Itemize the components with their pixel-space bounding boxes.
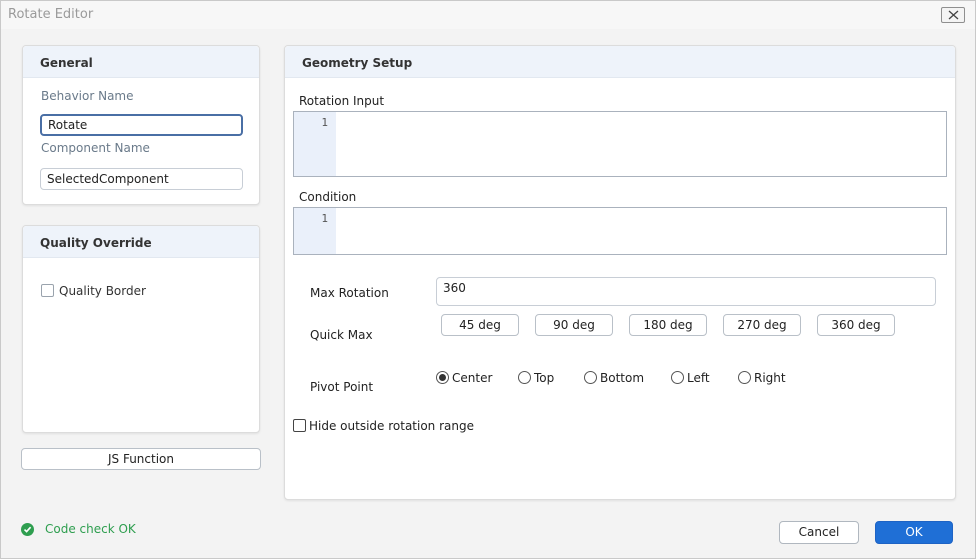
hide-outside-checkbox[interactable]: [293, 419, 306, 432]
geometry-setup-panel: Geometry Setup Rotation Input 1 Conditio…: [284, 45, 956, 500]
quick-max-45-button[interactable]: 45 deg: [441, 314, 519, 336]
pivot-center-label: Center: [452, 371, 493, 385]
line-number: 1: [321, 116, 328, 129]
rotation-input-label: Rotation Input: [299, 94, 385, 108]
pivot-point-label: Pivot Point: [310, 380, 374, 394]
window-title: Rotate Editor: [8, 7, 94, 22]
pivot-right-label: Right: [754, 371, 786, 385]
general-panel: General Behavior Name Component Name: [22, 45, 260, 205]
js-function-button[interactable]: JS Function: [21, 448, 261, 470]
general-panel-title: General: [40, 56, 93, 70]
rotation-input-gutter: 1: [294, 112, 336, 176]
max-rotation-input[interactable]: [436, 277, 936, 306]
component-name-label: Component Name: [41, 141, 150, 155]
pivot-top-label: Top: [534, 371, 555, 385]
quality-border-checkbox[interactable]: [41, 284, 54, 297]
pivot-bottom-label: Bottom: [600, 371, 645, 385]
quick-max-270-button[interactable]: 270 deg: [723, 314, 801, 336]
pivot-left-label: Left: [687, 371, 710, 385]
component-name-input[interactable]: [40, 168, 243, 190]
pivot-right-radio[interactable]: [738, 371, 751, 384]
max-rotation-label: Max Rotation: [310, 286, 389, 300]
quick-max-360-button[interactable]: 360 deg: [817, 314, 895, 336]
general-panel-header: General: [23, 46, 259, 78]
rotate-editor-window: Rotate Editor General Behavior Name Comp…: [0, 0, 976, 559]
title-bar: Rotate Editor: [1, 1, 975, 29]
close-icon: [948, 10, 959, 20]
close-button[interactable]: [941, 7, 965, 23]
behavior-name-input[interactable]: [40, 114, 243, 136]
quality-override-panel: Quality Override Quality Border: [22, 225, 260, 433]
pivot-bottom-radio[interactable]: [584, 371, 597, 384]
quality-override-header: Quality Override: [23, 226, 259, 258]
pivot-center-radio[interactable]: [436, 371, 449, 384]
quick-max-label: Quick Max: [310, 328, 373, 342]
code-check-status: Code check OK: [45, 522, 136, 536]
condition-label: Condition: [299, 190, 357, 204]
condition-editor[interactable]: 1: [293, 207, 947, 255]
cancel-button[interactable]: Cancel: [779, 521, 859, 544]
behavior-name-label: Behavior Name: [41, 89, 134, 103]
check-circle-icon: [21, 523, 34, 536]
ok-button[interactable]: OK: [875, 521, 953, 544]
quality-border-label: Quality Border: [59, 284, 146, 298]
condition-gutter: 1: [294, 208, 336, 254]
geometry-setup-header: Geometry Setup: [285, 46, 955, 78]
line-number: 1: [321, 212, 328, 225]
quick-max-180-button[interactable]: 180 deg: [629, 314, 707, 336]
hide-outside-label: Hide outside rotation range: [309, 419, 474, 433]
pivot-top-radio[interactable]: [518, 371, 531, 384]
rotation-input-editor[interactable]: 1: [293, 111, 947, 177]
quality-override-title: Quality Override: [40, 236, 152, 250]
pivot-left-radio[interactable]: [671, 371, 684, 384]
quick-max-90-button[interactable]: 90 deg: [535, 314, 613, 336]
geometry-setup-title: Geometry Setup: [302, 56, 413, 70]
